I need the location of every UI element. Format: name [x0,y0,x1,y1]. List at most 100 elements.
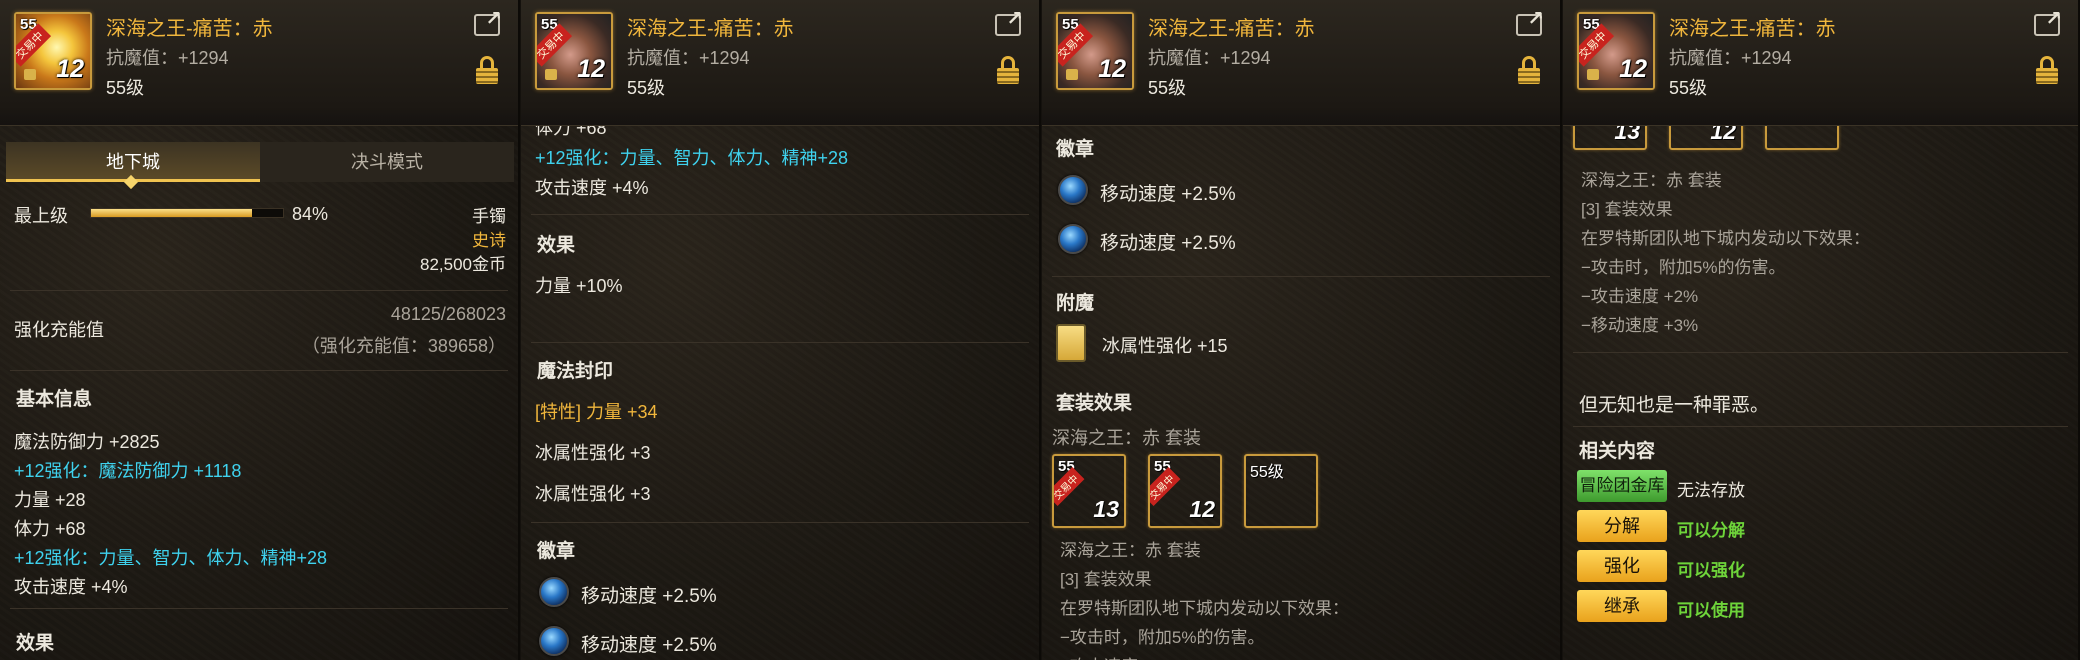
effect-title: 效果 [16,633,55,654]
enchant-title: 附魔 [1056,293,1095,314]
set-item-1[interactable]: 55 交易中 13 [1052,454,1126,528]
basic-info-title: 基本信息 [16,389,93,410]
storage-status: 无法存放 [1677,481,1745,500]
tab-duel[interactable]: 决斗模式 [260,142,514,182]
trade-tag: 交易中 [1150,467,1181,506]
item-level: 55级 [1148,78,1187,98]
divider [1573,352,2068,353]
magic-resist: 抗魔值：+1294 [1669,48,1792,68]
item-name: 深海之王-痛苦：赤 [1148,18,1315,40]
disassemble-status: 可以分解 [1677,521,1745,540]
stat-all-bonus: +12强化：力量、智力、体力、精神+28 [535,148,849,168]
emblem-1: 移动速度 +2.5% [1100,184,1236,205]
reinforce-level: 12 [1619,55,1647,83]
set-count: [3] 套装效果 [1581,200,1673,219]
set-item-3[interactable]: 55级 [1244,454,1318,528]
magic-resist: 抗魔值：+1294 [106,48,229,68]
reinforce-level: 12 [56,55,84,83]
item-icon[interactable]: 55 交易中 12 [535,12,613,90]
divider [10,370,508,371]
icon-lock-icon [545,69,557,80]
tooltip-body: 徽章 移动速度 +2.5% 移动速度 +2.5% 附魔 冰属性强化 +15 套装… [1042,126,1560,660]
blue-emblem-icon [539,577,569,607]
magic-seal-title: 魔法封印 [537,361,614,382]
seal-trait-value: 力量 +34 [586,402,658,422]
reinforce-level: 12 [1098,55,1126,83]
flavor-text: 但无知也是一种罪恶。 [1579,395,1770,416]
item-name: 深海之王-痛苦：赤 [1669,18,1836,40]
icon-lock-icon [1587,69,1599,80]
icon-lock-icon [1066,69,1078,80]
item-tooltip-panel-1: 55 交易中 12 深海之王-痛苦：赤 抗魔值：+1294 55级 地下城 决斗… [0,0,520,660]
set-effect-1: −攻击时，附加5%的伤害。 [1581,258,1786,277]
divider [531,342,1029,343]
magic-resist: 抗魔值：+1294 [627,48,750,68]
item-tooltip-panel-3: 55 交易中 12 深海之王-痛苦：赤 抗魔值：+1294 55级 徽章 移动速… [1042,0,1562,660]
item-header: 55 交易中 12 深海之王-痛苦：赤 抗魔值：+1294 55级 [1042,0,1560,126]
tab-dungeon[interactable]: 地下城 [6,142,260,182]
stat-strength: 力量 +28 [14,490,86,510]
item-header: 55 交易中 12 深海之王-痛苦：赤 抗魔值：+1294 55级 [521,0,1039,126]
set-count: [3] 套装效果 [1060,570,1152,589]
reinforce-button[interactable]: 强化 [1577,550,1667,582]
seal-line-1: 冰属性强化 +3 [535,443,651,463]
item-header: 55 交易中 12 深海之王-痛苦：赤 抗魔值：+1294 55级 [0,0,518,126]
item-header: 55 交易中 12 深海之王-痛苦：赤 抗魔值：+1294 55级 [1563,0,2078,126]
charge-label: 强化充能值 [14,320,104,340]
set-effect-1: −攻击时，附加5%的伤害。 [1060,628,1265,647]
disassemble-button[interactable]: 分解 [1577,510,1667,542]
item-tooltip-panel-4: 55 交易中 12 深海之王-痛苦：赤 抗魔值：+1294 55级 13 12 … [1563,0,2080,660]
item-icon[interactable]: 55 交易中 12 [1577,12,1655,90]
share-icon[interactable] [474,6,502,36]
tooltip-body: 体力 +68 +12强化：力量、智力、体力、精神+28 攻击速度 +4% 效果 … [521,118,1039,660]
set-effect-2: −攻击速度 +2% [1581,287,1699,306]
seal-trait: [特性] 力量 +34 [535,398,658,424]
enchant-value: 冰属性强化 +15 [1102,336,1228,356]
set-item-reinforce: 13 [1093,496,1119,522]
trade-tag: 交易中 [1054,467,1085,506]
seal-trait-tag: [特性] [535,402,582,422]
set-effect-3: −移动速度 +3% [1581,316,1699,335]
item-tooltip-panel-2: 55 交易中 12 深海之王-痛苦：赤 抗魔值：+1294 55级 体力 +68… [521,0,1041,660]
set-effect-2: −攻击速度 +2% [1060,652,1177,660]
emblem-2: 移动速度 +2.5% [581,635,717,656]
grade-label: 最上级 [14,206,68,226]
lock-icon[interactable] [476,56,498,84]
item-level: 55级 [1669,78,1708,98]
lock-icon[interactable] [2036,56,2058,84]
share-icon[interactable] [1516,6,1544,36]
divider [10,608,508,609]
divider [1052,276,1550,277]
effect-value: 力量 +10% [535,276,623,296]
reinforce-level: 12 [577,55,605,83]
item-icon[interactable]: 55 交易中 12 [1056,12,1134,90]
set-item-reinforce: 12 [1189,496,1215,522]
set-desc: 在罗特斯团队地下城内发动以下效果： [1060,599,1349,618]
mode-tabs: 地下城 决斗模式 [6,142,514,182]
lock-icon[interactable] [1518,56,1540,84]
related-title: 相关内容 [1579,441,1656,462]
item-slot: 手镯 [472,207,506,226]
stat-magic-defense: 魔法防御力 +2825 [14,432,160,452]
set-effect-title: 套装效果 [1056,393,1133,414]
seal-line-2: 冰属性强化 +3 [535,484,651,504]
set-desc: 在罗特斯团队地下城内发动以下效果： [1581,229,1870,248]
enchant-card-icon [1056,324,1086,362]
blue-emblem-icon [539,626,569,656]
divider [531,522,1029,523]
item-level: 55级 [106,78,145,98]
reinforce-status: 可以强化 [1677,561,1745,580]
effect-title: 效果 [537,235,576,256]
inherit-button[interactable]: 继承 [1577,590,1667,622]
adventure-storage-button[interactable]: 冒险团金库 [1577,470,1667,502]
set-item-2[interactable]: 55 交易中 12 [1148,454,1222,528]
share-icon[interactable] [2034,6,2062,36]
inherit-status: 可以使用 [1677,601,1745,620]
divider [531,214,1029,215]
emblem-2: 移动速度 +2.5% [1100,233,1236,254]
divider [10,290,508,291]
charge-total: （强化充能值：389658） [301,336,506,356]
item-icon[interactable]: 55 交易中 12 [14,12,92,90]
lock-icon[interactable] [997,56,1019,84]
share-icon[interactable] [995,6,1023,36]
